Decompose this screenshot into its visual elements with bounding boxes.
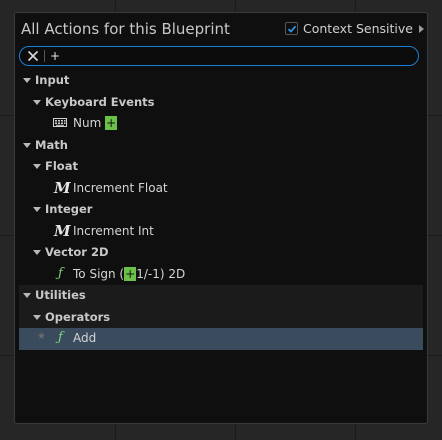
context-sensitive-checkbox[interactable] bbox=[285, 22, 298, 35]
action-label: Increment Float bbox=[73, 180, 168, 195]
action-label-text: To Sign ( bbox=[73, 266, 125, 281]
expand-arrow-icon[interactable] bbox=[33, 164, 41, 169]
category-vector-2d[interactable]: Vector 2D bbox=[19, 242, 423, 264]
category-label: Math bbox=[35, 137, 68, 152]
check-icon bbox=[287, 25, 296, 33]
category-label: Vector 2D bbox=[45, 245, 109, 259]
expand-arrow-icon[interactable] bbox=[33, 314, 41, 320]
search-separator bbox=[44, 50, 45, 62]
action-label: Increment Int bbox=[73, 223, 154, 238]
action-label: Add bbox=[73, 331, 97, 345]
context-sensitive-label: Context Sensitive bbox=[303, 21, 413, 36]
search-match-highlight: + bbox=[105, 116, 118, 130]
category-label: Utilities bbox=[35, 288, 86, 302]
category-label: Keyboard Events bbox=[45, 94, 155, 109]
macro-icon: M bbox=[54, 178, 71, 197]
expand-arrow-icon[interactable] bbox=[33, 99, 41, 105]
action-tree: Input Keyboard Events Num + Math Float M bbox=[19, 70, 423, 350]
expand-arrow-icon[interactable] bbox=[23, 142, 31, 148]
function-icon: ƒ bbox=[58, 330, 63, 345]
menu-header: All Actions for this Blueprint Context S… bbox=[15, 13, 427, 45]
caret-right-icon[interactable] bbox=[418, 24, 424, 33]
expand-arrow-icon[interactable] bbox=[33, 207, 41, 212]
menu-title: All Actions for this Blueprint bbox=[21, 20, 230, 38]
action-label-text: Num bbox=[73, 116, 106, 130]
action-label-text: 1/-1) 2D bbox=[136, 266, 186, 281]
expand-arrow-icon[interactable] bbox=[23, 293, 31, 298]
macro-icon: M bbox=[54, 221, 71, 240]
category-label: Integer bbox=[45, 202, 93, 216]
search-match-highlight: + bbox=[124, 266, 137, 281]
category-operators[interactable]: Operators bbox=[19, 306, 423, 328]
context-sensitive-toggle[interactable]: Context Sensitive bbox=[285, 21, 424, 36]
search-box bbox=[19, 46, 419, 66]
category-label: Operators bbox=[45, 309, 111, 324]
category-math[interactable]: Math bbox=[19, 135, 423, 157]
search-input[interactable] bbox=[50, 48, 410, 64]
action-add[interactable]: ★ ƒ Add bbox=[19, 328, 423, 350]
clear-search-icon[interactable] bbox=[26, 49, 40, 63]
category-float[interactable]: Float bbox=[19, 156, 423, 178]
action-num-plus[interactable]: Num + bbox=[19, 113, 423, 135]
action-increment-int[interactable]: M Increment Int bbox=[19, 221, 423, 243]
category-utilities[interactable]: Utilities bbox=[19, 285, 423, 307]
action-menu: All Actions for this Blueprint Context S… bbox=[14, 12, 428, 424]
category-keyboard-events[interactable]: Keyboard Events bbox=[19, 92, 423, 114]
action-increment-float[interactable]: M Increment Float bbox=[19, 178, 423, 200]
category-integer[interactable]: Integer bbox=[19, 199, 423, 221]
action-label: To Sign (+1/-1) 2D bbox=[73, 266, 186, 281]
keyboard-icon bbox=[53, 118, 67, 127]
function-icon: ƒ bbox=[58, 265, 63, 281]
favorite-star-icon[interactable]: ★ bbox=[37, 331, 46, 342]
category-label: Float bbox=[45, 159, 78, 173]
expand-arrow-icon[interactable] bbox=[33, 250, 41, 255]
expand-arrow-icon[interactable] bbox=[23, 78, 31, 83]
category-label: Input bbox=[35, 73, 70, 87]
category-input[interactable]: Input bbox=[19, 70, 423, 92]
action-label: Num + bbox=[73, 116, 118, 130]
action-to-sign-2d[interactable]: ƒ To Sign (+1/-1) 2D bbox=[19, 264, 423, 286]
